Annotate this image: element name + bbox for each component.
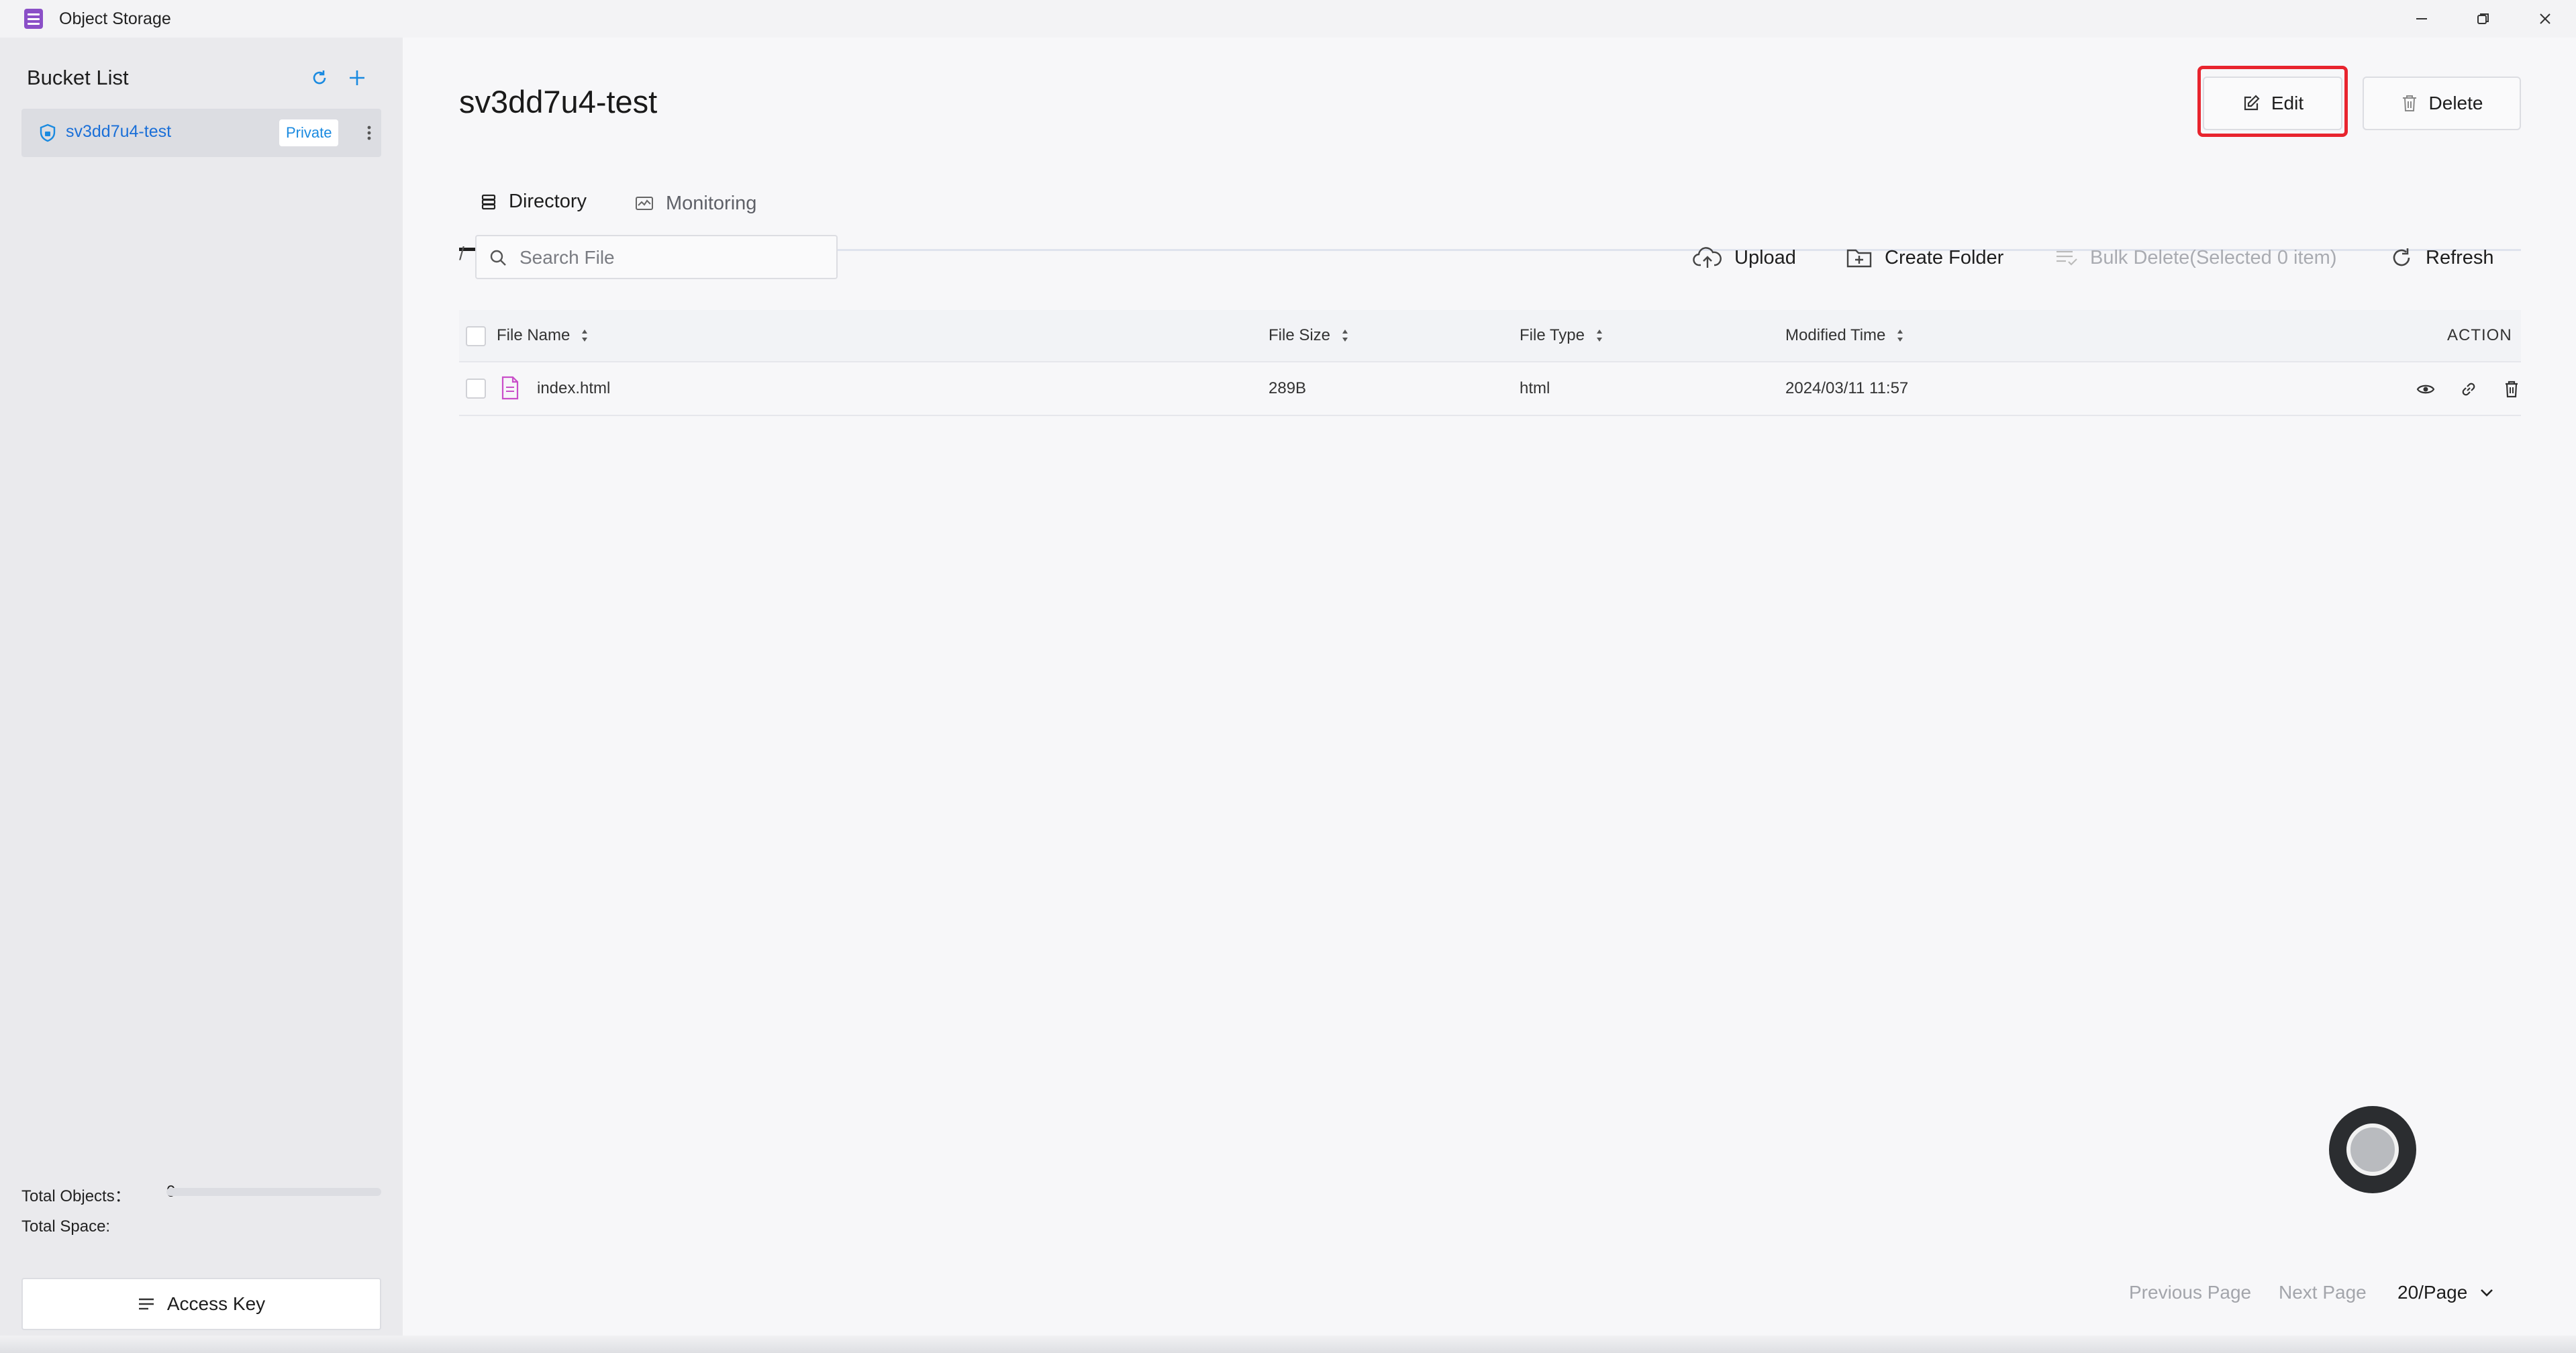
file-size: 289B — [1269, 379, 1307, 397]
search-icon — [490, 250, 506, 266]
edit-icon — [2244, 95, 2260, 111]
tab-directory-label: Directory — [509, 191, 587, 212]
floating-assist-button[interactable] — [2329, 1106, 2416, 1193]
bulk-delete-label: Bulk Delete(Selected 0 item) — [2090, 246, 2337, 268]
table-row[interactable]: index.html 289B html 2024/03/11 11:57 — [459, 362, 2521, 416]
search-field[interactable] — [475, 235, 838, 279]
refresh-buckets-icon[interactable] — [306, 64, 333, 91]
monitoring-icon — [636, 197, 653, 210]
column-label: ACTION — [2447, 326, 2512, 344]
list-icon — [138, 1298, 154, 1310]
upload-label: Upload — [1734, 246, 1796, 268]
delete-label: Delete — [2428, 93, 2483, 113]
shield-icon — [40, 123, 56, 142]
column-modified-time[interactable]: Modified Time — [1785, 326, 1904, 345]
delete-button[interactable]: Delete — [2363, 77, 2521, 130]
page-size-select[interactable]: 20/Page — [2397, 1282, 2494, 1303]
close-icon[interactable] — [2532, 5, 2559, 32]
minimize-icon[interactable] — [2408, 5, 2435, 32]
directory-icon — [481, 194, 496, 209]
link-icon[interactable] — [2457, 377, 2481, 401]
file-icon — [501, 376, 519, 400]
next-page-button[interactable]: Next Page — [2279, 1282, 2367, 1303]
column-label: File Type — [1520, 326, 1585, 344]
file-name[interactable]: index.html — [537, 379, 610, 398]
table-header: File Name File Size File Type Modified T… — [459, 310, 2521, 362]
column-label: File Name — [497, 326, 571, 344]
window-bottom-edge — [0, 1336, 2576, 1353]
column-file-type[interactable]: File Type — [1520, 326, 1603, 345]
bulk-delete-button[interactable]: Bulk Delete(Selected 0 item) — [2055, 236, 2337, 279]
search-input[interactable] — [519, 244, 828, 271]
tab-monitoring-label: Monitoring — [666, 192, 757, 214]
title-bar: Object Storage — [0, 0, 2576, 38]
chevron-down-icon — [2481, 1289, 2493, 1297]
sort-icon[interactable] — [1896, 328, 1904, 343]
edit-button[interactable]: Edit — [2203, 77, 2342, 130]
breadcrumb-path[interactable]: / — [459, 243, 464, 264]
preview-icon[interactable] — [2414, 377, 2438, 401]
column-action: ACTION — [2447, 326, 2512, 345]
bucket-access-badge: Private — [279, 119, 339, 146]
refresh-label: Refresh — [2426, 246, 2494, 268]
bucket-name: sv3dd7u4-test — [66, 122, 172, 141]
total-space-bar — [166, 1188, 381, 1196]
row-checkbox[interactable] — [466, 379, 486, 399]
floating-button-knob — [2346, 1123, 2399, 1176]
column-label: File Size — [1269, 326, 1331, 344]
bulk-delete-icon — [2057, 250, 2077, 266]
create-folder-button[interactable]: Create Folder — [1846, 236, 2003, 279]
access-key-button[interactable]: Access Key — [21, 1278, 381, 1330]
add-bucket-icon[interactable] — [344, 64, 370, 91]
file-modified-time: 2024/03/11 11:57 — [1785, 379, 1909, 397]
previous-page-button[interactable]: Previous Page — [2129, 1282, 2251, 1303]
delete-file-icon[interactable] — [2499, 377, 2524, 401]
more-options-icon[interactable] — [361, 121, 377, 145]
folder-add-icon — [1846, 249, 1872, 268]
select-all-checkbox[interactable] — [466, 326, 486, 346]
sort-icon[interactable] — [581, 328, 589, 343]
column-file-size[interactable]: File Size — [1269, 326, 1349, 345]
create-folder-label: Create Folder — [1885, 246, 2004, 268]
page-size-value: 20/Page — [2397, 1282, 2468, 1303]
restore-icon[interactable] — [2470, 5, 2497, 32]
main-panel: sv3dd7u4-test Edit Delete Directory Moni… — [403, 38, 2576, 1353]
sort-icon[interactable] — [1341, 328, 1349, 343]
app-logo-icon — [24, 9, 43, 29]
sidebar-title: Bucket List — [27, 66, 129, 89]
column-label: Modified Time — [1785, 326, 1886, 344]
cloud-upload-icon — [1693, 247, 1722, 268]
access-key-label: Access Key — [166, 1293, 266, 1314]
sidebar: Bucket List sv3dd7u4-test Private Total … — [0, 38, 403, 1353]
page-title: sv3dd7u4-test — [459, 84, 658, 119]
total-objects-label: Total Objects： — [21, 1187, 131, 1205]
total-space-label: Total Space: — [21, 1217, 111, 1236]
column-file-name[interactable]: File Name — [497, 326, 589, 345]
file-type: html — [1520, 379, 1550, 397]
sort-icon[interactable] — [1595, 328, 1603, 343]
refresh-button[interactable]: Refresh — [2389, 236, 2494, 279]
upload-button[interactable]: Upload — [1693, 236, 1796, 279]
trash-icon — [2402, 95, 2416, 111]
refresh-icon — [2393, 248, 2410, 266]
app-title: Object Storage — [59, 9, 171, 28]
edit-label: Edit — [2271, 93, 2304, 113]
bucket-item[interactable]: sv3dd7u4-test Private — [21, 109, 381, 157]
